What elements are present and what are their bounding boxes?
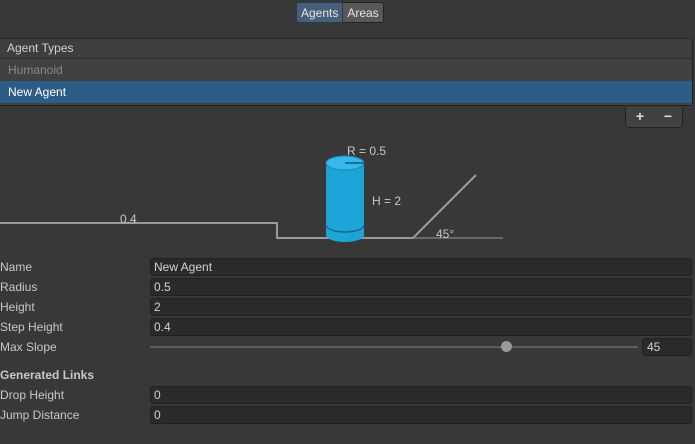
remove-agent-button[interactable]: − [654, 107, 682, 127]
name-row: Name New Agent [0, 257, 695, 277]
name-field[interactable]: New Agent [150, 258, 692, 276]
generated-links-title: Generated Links [0, 368, 95, 382]
name-label: Name [0, 260, 33, 274]
jump-distance-label: Jump Distance [0, 408, 80, 422]
jump-distance-field[interactable]: 0 [150, 406, 692, 424]
agent-diagram: 0.4 45° R = 0.5 H = 2 [0, 144, 503, 242]
jump-distance-row: Jump Distance 0 [0, 405, 695, 425]
max-slope-row: Max Slope 45 [0, 337, 695, 357]
radius-label: R = 0.5 [347, 144, 386, 158]
list-footer: + − [625, 107, 683, 128]
height-field[interactable]: 2 [150, 298, 692, 316]
step-ground-line [0, 174, 477, 239]
max-slope-field[interactable]: 45 [642, 338, 692, 356]
max-slope-slider-track[interactable] [150, 346, 638, 348]
agent-cylinder [325, 155, 365, 242]
add-agent-button[interactable]: + [626, 107, 654, 127]
step-height-row: Step Height 0.4 [0, 317, 695, 337]
radius-field[interactable]: 0.5 [150, 278, 692, 296]
drop-height-row: Drop Height 0 [0, 385, 695, 405]
height-row: Height 2 [0, 297, 695, 317]
list-header: Agent Types [0, 39, 692, 59]
agent-types-list: Agent Types Humanoid New Agent [0, 38, 693, 106]
list-item-new-agent[interactable]: New Agent [0, 81, 692, 103]
radius-label-text: Radius [0, 280, 38, 294]
drop-height-label: Drop Height [0, 388, 65, 402]
height-label: H = 2 [372, 194, 401, 208]
list-body: Humanoid New Agent [0, 59, 692, 105]
max-slope-slider-thumb[interactable] [500, 341, 512, 352]
drop-height-field[interactable]: 0 [150, 386, 692, 404]
tab-bar: Agents Areas [296, 2, 384, 23]
radius-row: Radius 0.5 [0, 277, 695, 297]
step-height-label: 0.4 [120, 212, 137, 226]
step-height-label-text: Step Height [0, 320, 63, 334]
tab-agents[interactable]: Agents [296, 2, 344, 23]
step-height-field[interactable]: 0.4 [150, 318, 692, 336]
tab-areas[interactable]: Areas [343, 2, 384, 23]
list-item-humanoid[interactable]: Humanoid [0, 59, 692, 81]
slope-angle-label: 45° [436, 227, 454, 241]
max-slope-label: Max Slope [0, 340, 57, 354]
height-label-text: Height [0, 300, 35, 314]
